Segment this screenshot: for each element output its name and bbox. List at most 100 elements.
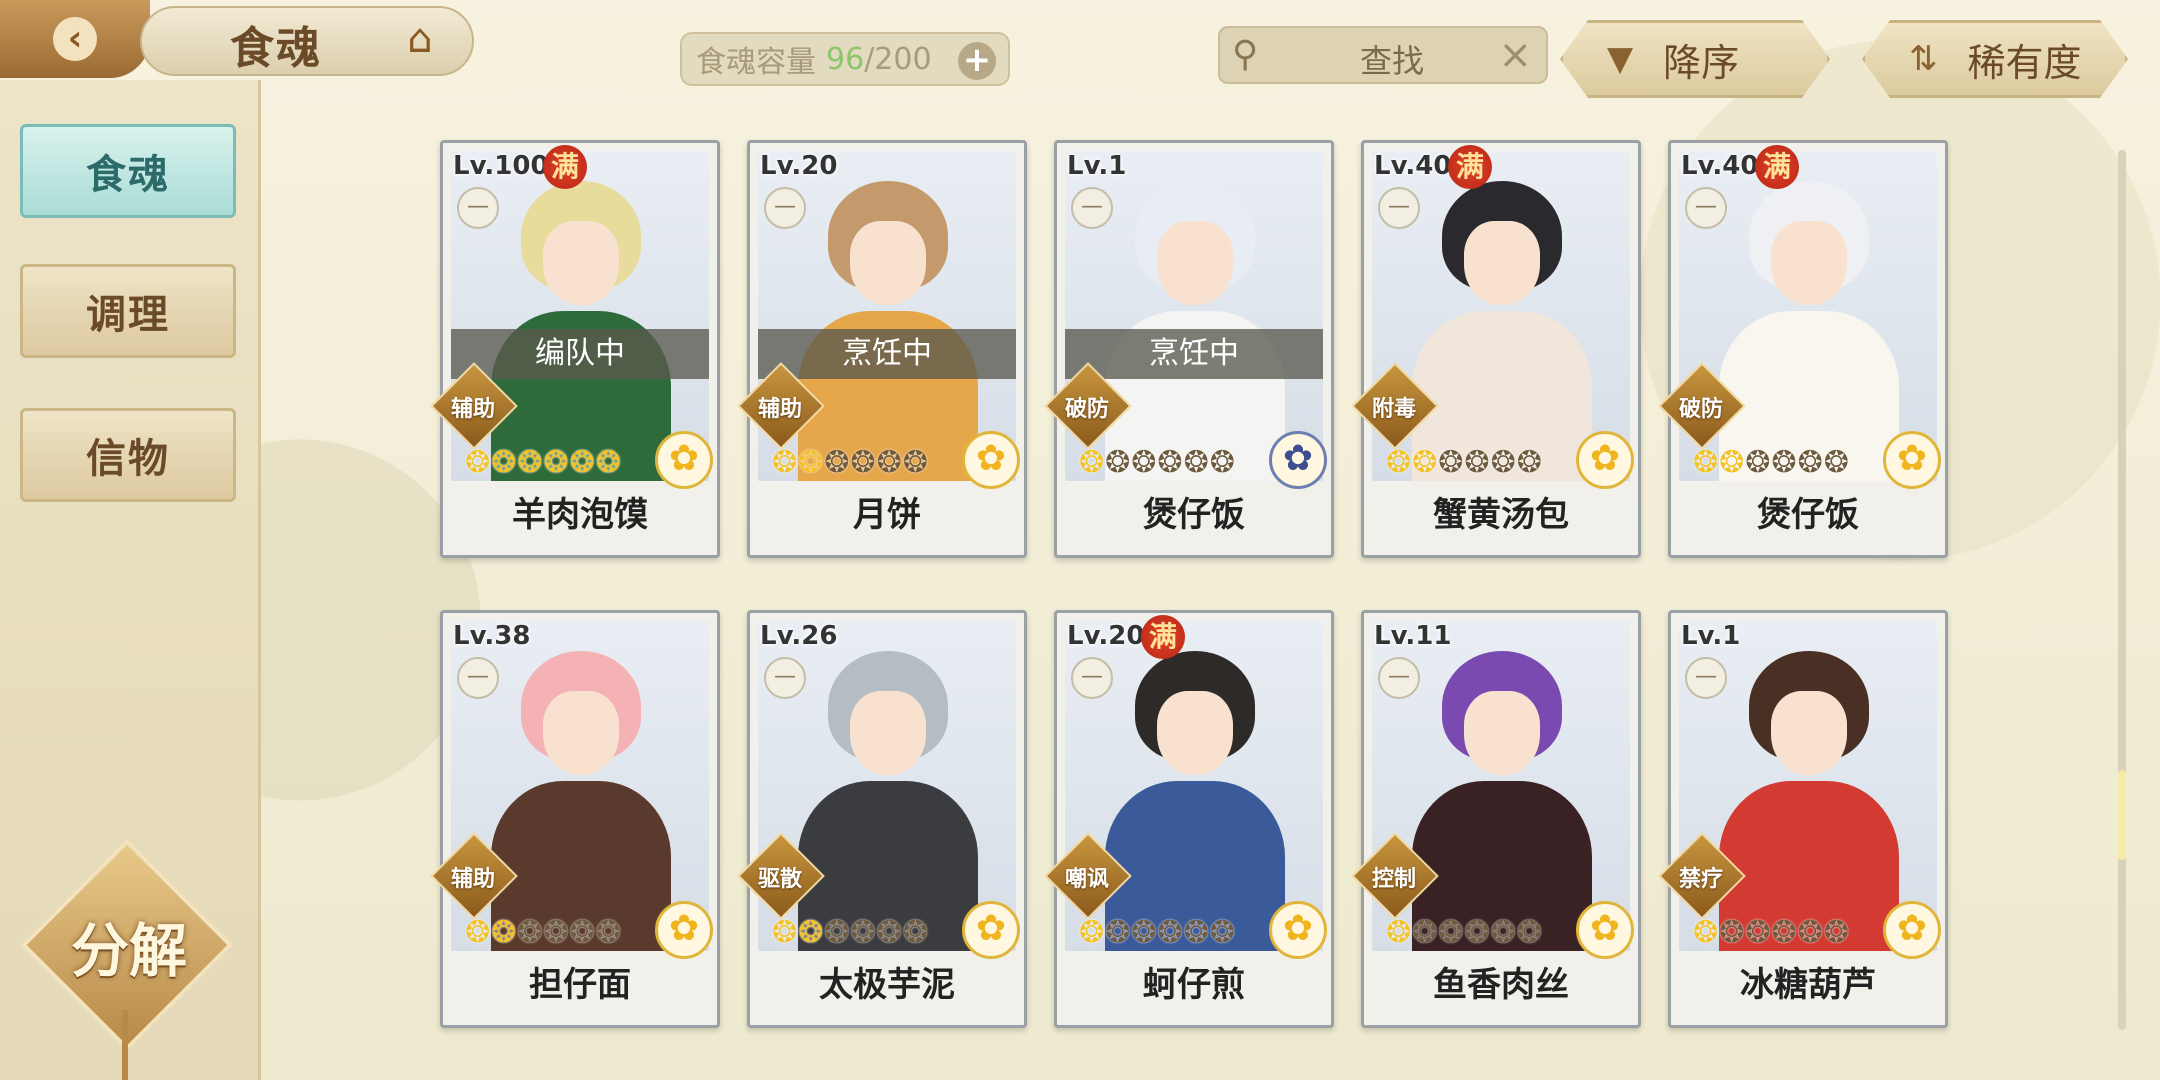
lock-emblem-icon: — <box>1071 657 1113 699</box>
portrait-face <box>1464 221 1540 305</box>
food-soul-card[interactable]: Lv.11— 控制 ❂❂❂❂❂❂ ✿ 鱼香肉丝 <box>1351 610 1641 1028</box>
star-icon: ❂ <box>1438 915 1465 950</box>
sort-label: 降序 <box>1663 40 1740 85</box>
star-icon: ❂ <box>772 445 799 480</box>
star-icon: ❂ <box>569 445 596 480</box>
lock-emblem-icon: — <box>764 657 806 699</box>
star-icon: ❂ <box>1157 445 1184 480</box>
character-name: 鱼香肉丝 <box>1433 965 1569 1005</box>
portrait-face <box>1157 221 1233 305</box>
food-soul-card[interactable]: Lv.1— 禁疗 ❂❂❂❂❂❂ ✿ 冰糖葫芦 <box>1658 610 1948 1028</box>
scrollbar-thumb[interactable] <box>2118 770 2126 860</box>
star-icon: ❂ <box>1693 445 1720 480</box>
star-rating: ❂❂❂❂❂❂ <box>1079 915 1236 950</box>
lock-emblem-icon: — <box>1685 657 1727 699</box>
star-icon: ❂ <box>1131 915 1158 950</box>
search-box[interactable]: ⚲ 查找 × <box>1218 26 1548 84</box>
character-name: 煲仔饭 <box>1143 495 1245 535</box>
home-pavilion-icon[interactable]: ⌂ <box>390 14 450 64</box>
star-rating: ❂❂❂❂❂❂ <box>1693 445 1850 480</box>
star-icon: ❂ <box>1131 445 1158 480</box>
sort-order-button[interactable]: ▼ 降序 <box>1560 20 1830 98</box>
food-soul-card[interactable]: Lv.40 满 — 破防 ❂❂❂❂❂❂ ✿ 煲仔饭 <box>1658 140 1948 558</box>
sidebar-item-tokens[interactable]: 信物 <box>20 408 236 502</box>
flower-rarity-icon: ✿ <box>1576 901 1634 959</box>
star-icon: ❂ <box>798 445 825 480</box>
star-icon: ❂ <box>517 915 544 950</box>
food-soul-card[interactable]: Lv.100 满 — 编队中 辅助 ❂❂❂❂❂❂ ✿ 羊肉泡馍 <box>430 140 720 558</box>
star-rating: ❂❂❂❂❂❂ <box>1693 915 1850 950</box>
sidebar-item-conditioning[interactable]: 调理 <box>20 264 236 358</box>
flower-rarity-icon: ✿ <box>655 901 713 959</box>
star-icon: ❂ <box>1771 445 1798 480</box>
level-label: Lv.20 <box>760 151 838 181</box>
star-icon: ❂ <box>1823 445 1850 480</box>
tassel-decoration <box>122 1010 128 1080</box>
star-icon: ❂ <box>1105 445 1132 480</box>
star-icon: ❂ <box>772 915 799 950</box>
star-icon: ❂ <box>1183 445 1210 480</box>
star-icon: ❂ <box>543 915 570 950</box>
back-button[interactable]: ‹ <box>0 0 150 78</box>
star-icon: ❂ <box>1490 915 1517 950</box>
star-icon: ❂ <box>1490 445 1517 480</box>
star-rating: ❂❂❂❂❂❂ <box>1386 445 1543 480</box>
role-label: 辅助 <box>450 397 495 422</box>
role-label: 禁疗 <box>1678 867 1723 892</box>
lock-emblem-icon: — <box>764 187 806 229</box>
food-soul-card[interactable]: Lv.20— 烹饪中 辅助 ❂❂❂❂❂❂ ✿ 月饼 <box>737 140 1027 558</box>
star-icon: ❂ <box>517 445 544 480</box>
triangle-down-icon: ▼ <box>1607 39 1634 79</box>
star-icon: ❂ <box>1516 915 1543 950</box>
food-soul-card[interactable]: Lv.40 满 — 附毒 ❂❂❂❂❂❂ ✿ 蟹黄汤包 <box>1351 140 1641 558</box>
level-label: Lv.40 <box>1374 151 1452 181</box>
role-label: 辅助 <box>757 397 802 422</box>
flower-rarity-icon: ✿ <box>1883 431 1941 489</box>
flower-rarity-icon: ✿ <box>1269 901 1327 959</box>
status-banner: 编队中 <box>451 329 709 379</box>
level-label: Lv.100 <box>453 151 549 181</box>
character-name: 太极芋泥 <box>819 965 955 1005</box>
food-soul-card[interactable]: Lv.38— 辅助 ❂❂❂❂❂❂ ✿ 担仔面 <box>430 610 720 1028</box>
lock-emblem-icon: — <box>1378 187 1420 229</box>
star-icon: ❂ <box>1797 915 1824 950</box>
star-icon: ❂ <box>1745 445 1772 480</box>
food-soul-card[interactable]: Lv.1— 烹饪中 破防 ❂❂❂❂❂❂ ✿ 煲仔饭 <box>1044 140 1334 558</box>
role-label: 附毒 <box>1371 397 1416 422</box>
level-label: Lv.11 <box>1374 621 1452 651</box>
star-icon: ❂ <box>569 915 596 950</box>
portrait-face <box>1464 691 1540 775</box>
food-soul-card[interactable]: Lv.26— 驱散 ❂❂❂❂❂❂ ✿ 太极芋泥 <box>737 610 1027 1028</box>
back-arrow-icon: ‹ <box>53 17 97 61</box>
character-name: 蚵仔煎 <box>1143 965 1245 1005</box>
scrollbar[interactable] <box>2118 150 2126 1030</box>
portrait-face <box>1771 221 1847 305</box>
add-capacity-button[interactable]: + <box>958 42 996 80</box>
max-badge: 满 <box>1755 145 1799 189</box>
character-name: 羊肉泡馍 <box>512 495 648 535</box>
capacity-total: /200 <box>864 41 932 77</box>
portrait-face <box>1157 691 1233 775</box>
star-icon: ❂ <box>595 445 622 480</box>
portrait-face <box>1771 691 1847 775</box>
lock-emblem-icon: — <box>457 187 499 229</box>
decompose-label[interactable]: 分解 <box>44 904 214 988</box>
food-soul-card[interactable]: Lv.20 满 — 嘲讽 ❂❂❂❂❂❂ ✿ 蚵仔煎 <box>1044 610 1334 1028</box>
clear-icon[interactable]: × <box>1498 32 1532 78</box>
star-icon: ❂ <box>465 445 492 480</box>
star-icon: ❂ <box>876 915 903 950</box>
level-label: Lv.38 <box>453 621 531 651</box>
star-icon: ❂ <box>1412 915 1439 950</box>
lock-emblem-icon: — <box>1685 187 1727 229</box>
rarity-sort-button[interactable]: ⇅ 稀有度 <box>1862 20 2128 98</box>
lock-emblem-icon: — <box>457 657 499 699</box>
level-label: Lv.1 <box>1681 621 1741 651</box>
star-icon: ❂ <box>850 445 877 480</box>
sidebar-item-food-souls[interactable]: 食魂 <box>20 124 236 218</box>
top-bar: ‹ 食魂 ⌂ 食魂容量 96 /200 + ⚲ 查找 × ▼ 降序 ⇅ 稀有度 <box>0 0 2160 84</box>
star-icon: ❂ <box>1157 915 1184 950</box>
flower-rarity-icon: ✿ <box>1883 901 1941 959</box>
star-rating: ❂❂❂❂❂❂ <box>1386 915 1543 950</box>
star-icon: ❂ <box>1516 445 1543 480</box>
character-name: 煲仔饭 <box>1757 495 1859 535</box>
